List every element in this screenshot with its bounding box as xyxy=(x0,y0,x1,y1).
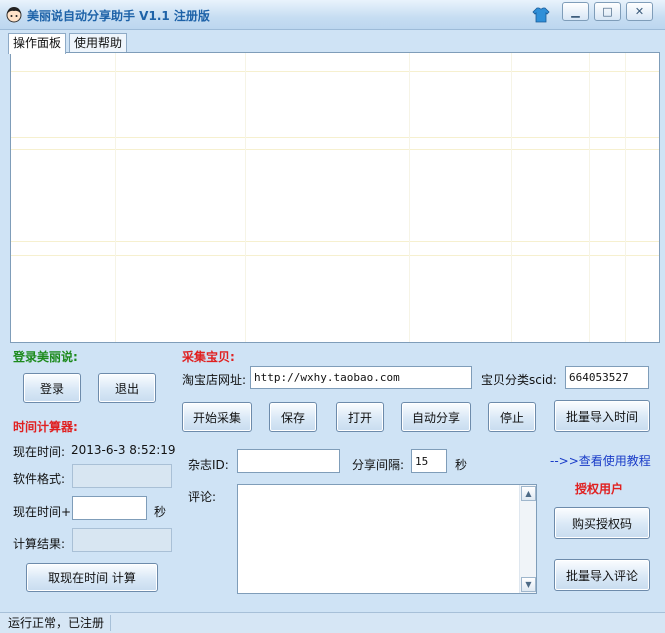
seconds-unit: 秒 xyxy=(154,505,167,519)
collect-heading: 采集宝贝: xyxy=(182,350,235,364)
interval-unit: 秒 xyxy=(455,458,468,472)
stop-button[interactable]: 停止 xyxy=(488,402,536,432)
tutorial-link[interactable]: -->>查看使用教程 xyxy=(550,452,651,469)
authorized-user-label: 授权用户 xyxy=(575,482,624,496)
list-col-divider xyxy=(245,53,246,342)
now-time-label: 现在时间: xyxy=(13,445,66,459)
list-col-divider xyxy=(511,53,512,342)
open-button[interactable]: 打开 xyxy=(336,402,384,432)
login-button[interactable]: 登录 xyxy=(23,373,81,403)
list-row-divider xyxy=(11,71,659,72)
shop-url-label: 淘宝店网址: xyxy=(182,373,247,387)
result-list[interactable] xyxy=(10,52,660,343)
window-title: 美丽说自动分享助手 V1.1 注册版 xyxy=(27,9,210,23)
status-bar: 运行正常，已注册 xyxy=(0,612,665,633)
comment-textarea[interactable]: ▲ ▼ xyxy=(237,484,537,594)
title-bar: 美丽说自动分享助手 V1.1 注册版 ▁ □ ✕ xyxy=(0,0,665,30)
comment-label: 评论: xyxy=(188,490,217,504)
tab-help[interactable]: 使用帮助 xyxy=(69,33,128,53)
format-input xyxy=(72,464,172,488)
batch-import-comment-button[interactable]: 批量导入评论 xyxy=(554,559,650,591)
list-col-divider xyxy=(409,53,410,342)
batch-import-time-button[interactable]: 批量导入时间 xyxy=(554,400,650,432)
magazine-id-label: 杂志ID: xyxy=(188,458,229,472)
start-collect-button[interactable]: 开始采集 xyxy=(182,402,252,432)
close-button[interactable]: ✕ xyxy=(626,2,653,21)
list-col-divider xyxy=(115,53,116,342)
list-col-divider xyxy=(589,53,590,342)
scroll-up-icon[interactable]: ▲ xyxy=(521,486,536,501)
now-plus-input[interactable] xyxy=(72,496,147,520)
result-input xyxy=(72,528,172,552)
scid-label: 宝贝分类scid: xyxy=(481,373,557,387)
interval-input[interactable]: 15 xyxy=(411,449,447,473)
list-row-divider xyxy=(11,149,659,150)
buy-license-button[interactable]: 购买授权码 xyxy=(554,507,650,539)
list-col-divider xyxy=(625,53,626,342)
auto-share-button[interactable]: 自动分享 xyxy=(401,402,471,432)
list-row-divider xyxy=(11,241,659,242)
skin-shirt-icon[interactable] xyxy=(532,6,550,24)
status-text: 运行正常，已注册 xyxy=(4,615,112,631)
scroll-down-icon[interactable]: ▼ xyxy=(521,577,536,592)
close-icon: ✕ xyxy=(634,5,645,18)
maximize-icon: □ xyxy=(602,5,613,18)
minimize-icon: ▁ xyxy=(571,5,580,18)
timer-heading: 时间计算器: xyxy=(13,420,78,434)
comment-scrollbar[interactable]: ▲ ▼ xyxy=(519,485,536,593)
maximize-button[interactable]: □ xyxy=(594,2,621,21)
now-time-value: 2013-6-3 8:52:19 xyxy=(71,443,176,457)
minimize-button[interactable]: ▁ xyxy=(562,2,589,21)
calc-time-button[interactable]: 取现在时间 计算 xyxy=(26,563,158,592)
list-row-divider xyxy=(11,255,659,256)
shop-url-input[interactable]: http://wxhy.taobao.com xyxy=(250,366,472,389)
interval-label: 分享间隔: xyxy=(352,458,405,472)
scid-input[interactable]: 664053527 xyxy=(565,366,649,389)
format-label: 软件格式: xyxy=(13,472,66,486)
magazine-id-input[interactable] xyxy=(237,449,340,473)
result-label: 计算结果: xyxy=(13,537,66,551)
list-row-divider xyxy=(11,137,659,138)
save-button[interactable]: 保存 xyxy=(269,402,317,432)
login-heading: 登录美丽说: xyxy=(13,350,78,364)
app-logo-icon xyxy=(5,5,23,23)
logout-button[interactable]: 退出 xyxy=(98,373,156,403)
tab-control-panel[interactable]: 操作面板 xyxy=(8,33,67,54)
now-plus-label: 现在时间+ xyxy=(13,505,72,519)
